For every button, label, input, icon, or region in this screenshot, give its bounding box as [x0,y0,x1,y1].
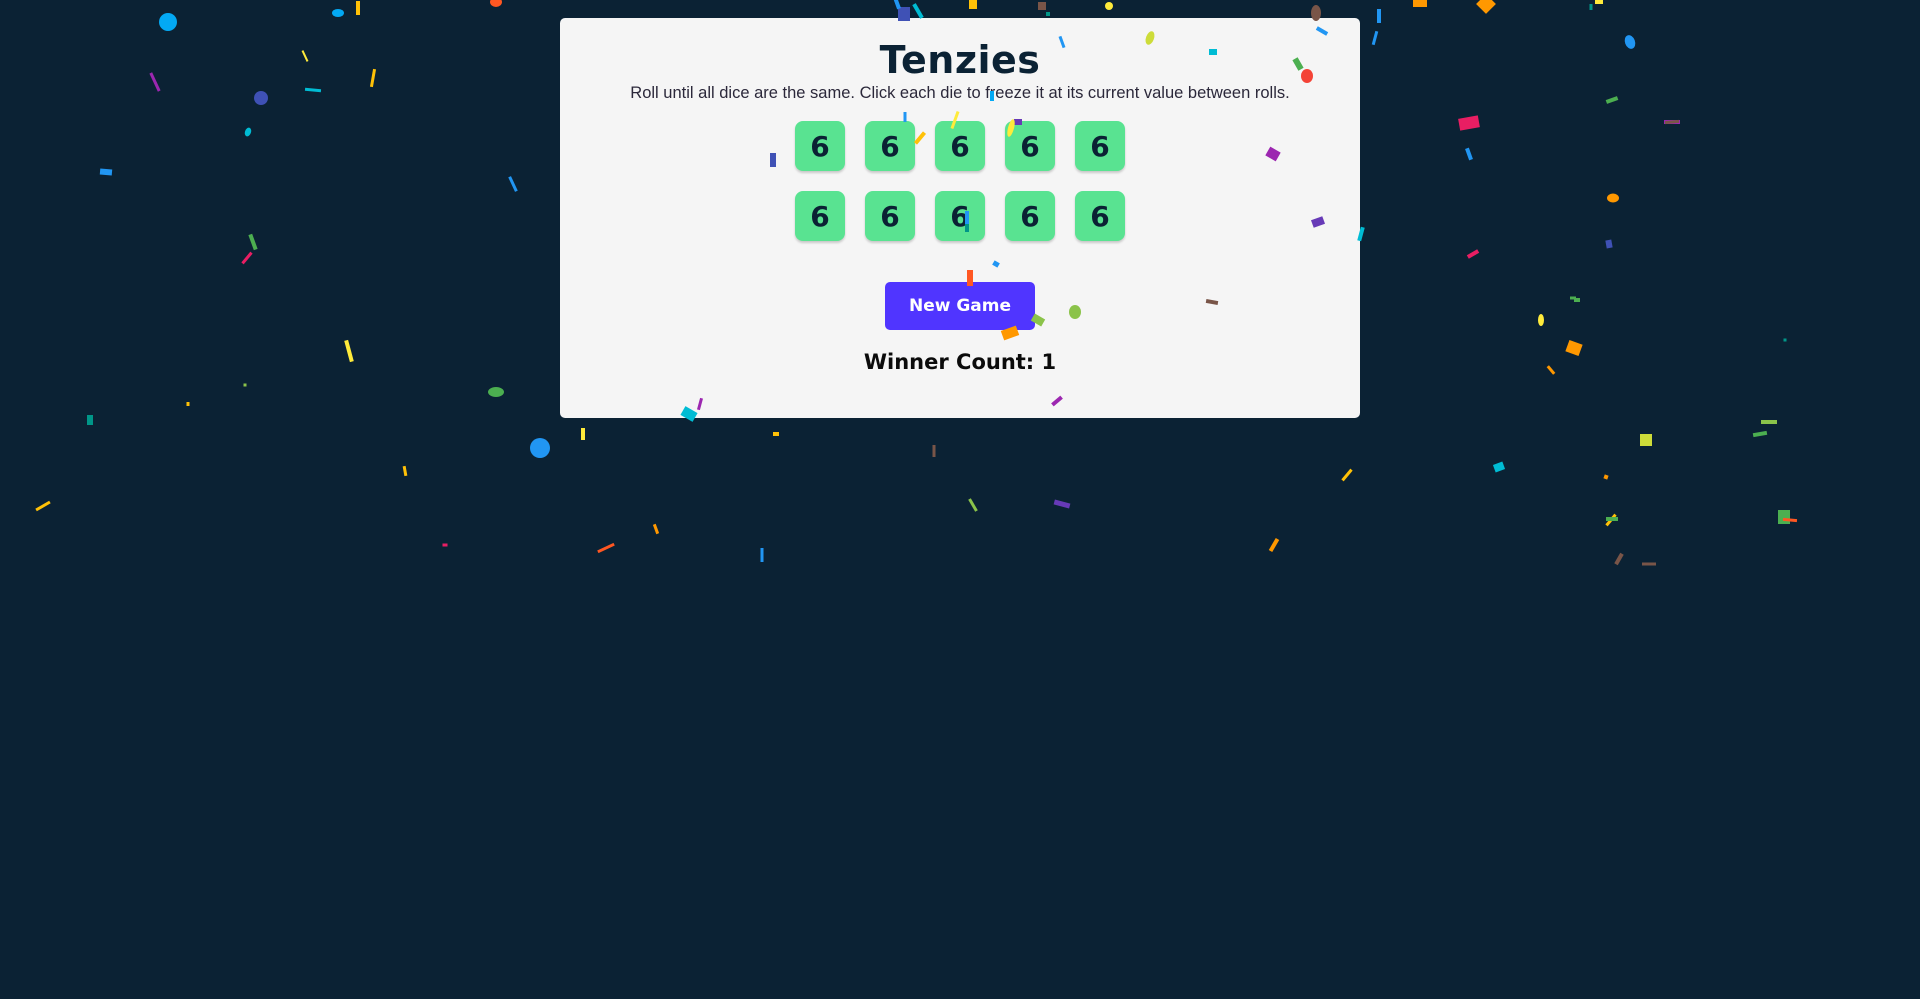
confetti-piece [1782,517,1798,523]
dice-grid: 6 6 6 6 6 6 6 6 6 6 [795,121,1125,241]
confetti-piece [1458,115,1480,131]
confetti-piece [1574,298,1580,302]
winner-count: Winner Count: 1 [863,350,1057,374]
die[interactable]: 6 [1005,121,1055,171]
new-game-button[interactable]: New Game [885,282,1035,330]
confetti-piece [186,402,190,406]
game-title: Tenzies [879,38,1041,82]
confetti-piece [1038,2,1046,10]
confetti-piece [1570,296,1576,300]
confetti-piece [1546,365,1556,375]
confetti-piece [912,3,924,19]
confetti-piece [402,465,408,477]
confetti-piece [1642,562,1656,566]
confetti-piece [1640,434,1652,446]
confetti-piece [490,0,502,7]
confetti-piece [1778,510,1790,524]
confetti-piece [1589,4,1593,10]
die[interactable]: 6 [1005,191,1055,241]
confetti-piece [932,445,936,457]
confetti-piece [1752,430,1768,438]
confetti-piece [1053,499,1071,509]
confetti-piece [1664,120,1680,124]
confetti-piece [1605,513,1617,527]
confetti-piece [1413,0,1427,7]
confetti-piece [301,50,309,62]
confetti-piece [1465,147,1473,161]
confetti-piece [1664,119,1680,125]
confetti-piece [304,87,322,93]
confetti-piece [597,542,615,554]
confetti-piece [244,127,252,137]
confetti-piece [1476,0,1496,14]
confetti-piece [1565,339,1583,357]
confetti-piece [1105,2,1113,10]
confetti-piece [893,0,901,10]
confetti-piece [508,176,518,192]
confetti-piece [332,9,344,17]
confetti-piece [1341,468,1353,482]
confetti-piece [530,438,550,458]
die[interactable]: 6 [935,191,985,241]
confetti-piece [1371,30,1379,46]
confetti-piece [1614,552,1624,566]
die[interactable]: 6 [865,121,915,171]
confetti-piece [369,68,377,88]
game-card: Tenzies Roll until all dice are the same… [560,18,1360,418]
confetti-piece [1607,193,1619,203]
confetti-piece [149,72,161,92]
confetti-piece [241,251,253,265]
die[interactable]: 6 [935,121,985,171]
confetti-piece [1606,517,1618,521]
confetti-piece [99,168,113,176]
confetti-piece [87,415,93,425]
confetti-piece [969,0,977,9]
confetti-piece [488,387,504,397]
die[interactable]: 6 [1075,191,1125,241]
confetti-piece [254,91,268,105]
confetti-piece [1605,96,1619,104]
confetti-piece [1595,0,1603,4]
confetti-piece [1783,338,1787,342]
confetti-piece [760,548,764,562]
confetti-piece [1492,461,1506,473]
confetti-piece [773,432,779,436]
confetti-piece [581,428,585,440]
confetti-piece [652,523,660,535]
confetti-piece [243,383,247,387]
confetti-piece [248,233,258,251]
confetti-piece [1624,35,1636,49]
die[interactable]: 6 [865,191,915,241]
confetti-piece [159,13,177,31]
confetti-piece [1761,420,1777,424]
confetti-piece [1605,239,1613,249]
confetti-piece [1046,12,1050,16]
game-instructions: Roll until all dice are the same. Click … [630,84,1290,102]
confetti-piece [1538,314,1544,326]
confetti-piece [35,500,51,512]
die[interactable]: 6 [1075,121,1125,171]
confetti-piece [968,498,978,512]
confetti-piece [1603,474,1609,480]
die[interactable]: 6 [795,191,845,241]
confetti-piece [1377,9,1381,23]
die[interactable]: 6 [795,121,845,171]
confetti-piece [344,339,354,363]
confetti-piece [442,543,448,547]
confetti-piece [356,1,360,15]
confetti-piece [1466,249,1480,259]
confetti-piece [1268,537,1280,553]
